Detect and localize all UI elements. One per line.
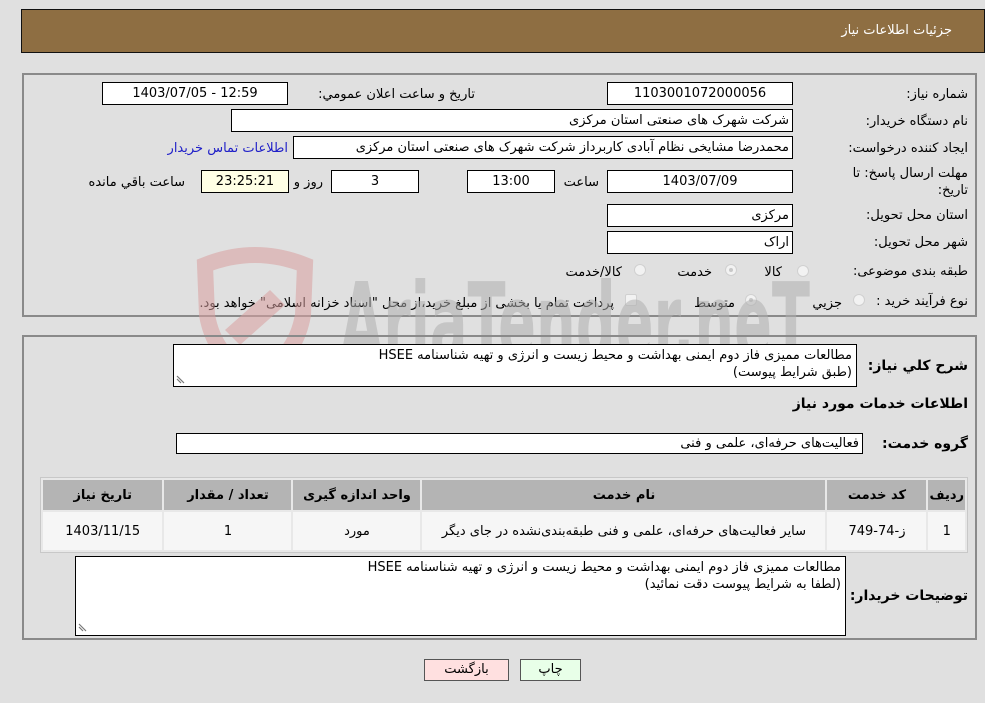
- col-need-date: تاریخ نیاز: [43, 480, 163, 510]
- creator-field: محمدرضا مشایخی نظام آبادی کاربرداز شرکت …: [293, 136, 793, 159]
- process-type-label: نوع فرآیند خرید :: [876, 294, 968, 309]
- services-table: ردیف کد خدمت نام خدمت واحد اندازه گیری ت…: [40, 477, 968, 553]
- process-option-medium: متوسط: [694, 296, 735, 311]
- cell-quantity: 1: [164, 512, 292, 550]
- service-group-field: فعالیت‌های حرفه‌ای، علمی و فنی: [176, 433, 863, 454]
- time-remaining-label: ساعت باقي مانده: [88, 175, 185, 190]
- process-radio-minor[interactable]: [853, 294, 865, 306]
- print-button[interactable]: چاپ: [520, 659, 581, 681]
- province-label: استان محل تحویل:: [866, 208, 968, 223]
- days-remaining-field: 3: [331, 170, 419, 193]
- service-group-label: گروه خدمت:: [882, 436, 968, 452]
- time-remaining-field: 23:25:21: [201, 170, 289, 193]
- category-radio-goods-service[interactable]: [634, 264, 646, 276]
- process-radio-medium[interactable]: [745, 294, 757, 306]
- category-radio-service[interactable]: [725, 264, 737, 276]
- need-number-label: شماره نیاز:: [906, 87, 968, 102]
- buyer-notes-textarea[interactable]: مطالعات ممیزی فاز دوم ایمنی بهداشت و محی…: [75, 556, 846, 636]
- col-unit: واحد اندازه گیری: [293, 480, 421, 510]
- process-option-minor: جزيي: [812, 296, 842, 311]
- treasury-note: پرداخت تمام یا بخشی از مبلغ خرید،از محل …: [199, 296, 614, 311]
- buyer-org-field: شرکت شهرک های صنعتی استان مرکزی: [231, 109, 793, 132]
- description-textarea[interactable]: مطالعات ممیزی فاز دوم ایمنی بهداشت و محی…: [173, 344, 857, 387]
- cell-unit: مورد: [293, 512, 421, 550]
- treasury-checkbox[interactable]: [625, 294, 637, 306]
- deadline-label: مهلت ارسال پاسخ: تا: [852, 166, 968, 181]
- need-number-field: 1103001072000056: [607, 82, 793, 105]
- col-service-name: نام خدمت: [422, 480, 826, 510]
- col-quantity: تعداد / مقدار: [164, 480, 292, 510]
- cell-need-date: 1403/11/15: [43, 512, 163, 550]
- province-field: مرکزی: [607, 204, 793, 227]
- col-service-code: کد خدمت: [827, 480, 927, 510]
- category-label: طبقه بندی موضوعی:: [852, 264, 968, 279]
- category-option-goods-service: کالا/خدمت: [565, 265, 622, 280]
- announce-date-field: 1403/07/05 - 12:59: [102, 82, 288, 105]
- description-label: شرح كلي نياز:: [867, 358, 968, 374]
- deadline-time-field: 13:00: [467, 170, 555, 193]
- resize-grip-icon[interactable]: [175, 374, 185, 384]
- services-heading: اطلاعات خدمات مورد نیاز: [792, 396, 968, 412]
- cell-service-code: ز-74-749: [827, 512, 927, 550]
- page-header: جزئیات اطلاعات نیاز: [21, 9, 985, 53]
- buyer-contact-link[interactable]: اطلاعات تماس خریدار: [168, 141, 288, 156]
- resize-grip-icon[interactable]: [77, 622, 87, 632]
- cell-row-number: 1: [928, 512, 965, 550]
- buyer-notes-label: توضیحات خریدار:: [849, 588, 968, 604]
- category-radio-goods[interactable]: [797, 265, 809, 277]
- creator-label: ایجاد کننده درخواست:: [848, 141, 968, 156]
- announce-date-label: تاریخ و ساعت اعلان عمومي:: [318, 87, 475, 102]
- city-label: شهر محل تحویل:: [873, 235, 968, 250]
- back-button[interactable]: بازگشت: [424, 659, 509, 681]
- buyer-org-label: نام دستگاه خریدار:: [865, 114, 968, 129]
- category-option-goods: کالا: [764, 265, 782, 280]
- category-option-service: خدمت: [677, 265, 712, 280]
- page-title: جزئیات اطلاعات نیاز: [841, 23, 952, 38]
- table-header-row: ردیف کد خدمت نام خدمت واحد اندازه گیری ت…: [43, 480, 965, 510]
- deadline-time-label: ساعت: [563, 175, 599, 190]
- table-row: 1 ز-74-749 سایر فعالیت‌های حرفه‌ای، علمی…: [43, 512, 965, 550]
- deadline-label-date: تاریخ:: [937, 183, 968, 198]
- days-label: روز و: [293, 175, 323, 190]
- cell-service-name: سایر فعالیت‌های حرفه‌ای، علمی و فنی طبقه…: [422, 512, 826, 550]
- col-row-number: ردیف: [928, 480, 965, 510]
- deadline-date-field: 1403/07/09: [607, 170, 793, 193]
- city-field: اراک: [607, 231, 793, 254]
